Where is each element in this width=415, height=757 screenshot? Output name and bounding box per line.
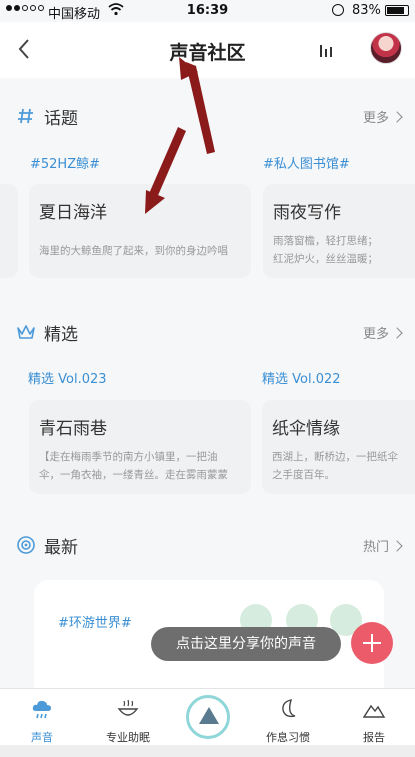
topic-card[interactable]: 雨夜写作 雨落窗檐，轻打思绪； 红泥炉火，丝丝温暖； [263,184,415,278]
topic-card-desc-line: 雨落窗檐，轻打思绪； [273,235,378,247]
share-tooltip: 点击这里分享你的声音 [151,627,341,661]
battery-icon [385,5,409,16]
add-voice-button[interactable] [351,622,393,664]
featured-card-desc-line: 【走在梅雨季节的南方小镇里，一把油 [39,451,218,463]
tab-habits[interactable]: 作息习惯 [248,689,328,745]
latest-title: 最新 [44,538,78,558]
play-center-button[interactable] [186,695,230,739]
featured-more-link[interactable]: 更多 [363,323,403,342]
topic-tag[interactable]: #52HZ鲸# [30,153,100,172]
topic-card-desc: 海里的大鲸鱼爬了起来，到你的身边吟唱 [39,245,228,257]
radar-icon [17,536,35,554]
featured-card[interactable]: 青石雨巷 【走在梅雨季节的南方小镇里，一把油 伞，一角衣袖，一缕青丝。走在雾雨蒙… [29,400,251,494]
rotation-lock-icon [332,4,344,16]
featured-card-desc-line: 西湖上，断桥边，一把纸伞 [272,451,398,463]
topic-tag[interactable]: #私人图书馆# [263,153,350,172]
latest-card-tag: #环游世界# [58,616,132,631]
cloud-rain-icon [32,700,51,719]
topic-card-desc-line: 红泥炉火，丝丝温暖； [273,253,378,265]
tab-bar: 声音 专业助眠 作息习惯 报告 [0,688,415,757]
topics-section-header: 话题 更多 [0,102,415,132]
tab-label: 声音 [31,731,53,744]
mountain-icon [362,704,386,718]
avatar[interactable] [370,32,402,64]
stats-icon[interactable] [318,42,334,58]
topics-more-link[interactable]: 更多 [363,107,403,126]
home-indicator-bar [0,745,415,757]
tab-sleep-aid[interactable]: 专业助眠 [88,689,168,745]
chevron-right-icon [391,327,403,339]
featured-tag[interactable]: 精选 Vol.022 [262,368,341,387]
tab-voice[interactable]: 声音 [2,689,82,745]
topic-card-title: 夏日海洋 [39,203,107,223]
page-title: 声音社区 [169,42,246,64]
tab-label: 报告 [363,731,385,744]
featured-section-header: 精选 更多 [0,318,415,348]
featured-card-desc-line: 之手度百年。 [272,469,335,481]
featured-card-title: 青石雨巷 [39,419,107,439]
tab-label: 作息习惯 [266,731,310,744]
featured-tag[interactable]: 精选 Vol.023 [28,368,107,387]
hash-icon [18,108,33,124]
featured-card-title: 纸伞情缘 [272,419,340,439]
latest-sort-link[interactable]: 热门 [363,536,403,555]
bowl-icon [117,699,139,716]
featured-card-desc-line: 伞，一角衣袖，一缕青丝。走在雾雨蒙蒙 [39,469,228,481]
featured-card[interactable]: 纸伞情缘 西湖上，断桥边，一把纸伞 之手度百年。 [262,400,415,494]
battery-percent: 83% [352,3,381,18]
chevron-right-icon [391,111,403,123]
topics-title: 话题 [44,109,78,129]
featured-title: 精选 [44,325,78,345]
chevron-right-icon [391,540,403,552]
topic-card-title: 雨夜写作 [273,203,341,223]
crown-icon [17,325,35,339]
latest-section-header: 最新 热门 [0,531,415,561]
nav-bar: 声音社区 [0,22,415,78]
status-bar: 中国移动 16:39 83% [0,0,415,22]
topic-card-partial[interactable] [0,184,18,278]
topic-card[interactable]: 夏日海洋 海里的大鲸鱼爬了起来，到你的身边吟唱 [29,184,251,278]
tab-label: 专业助眠 [106,731,150,744]
tab-report[interactable]: 报告 [334,689,414,745]
moon-icon [282,699,296,718]
